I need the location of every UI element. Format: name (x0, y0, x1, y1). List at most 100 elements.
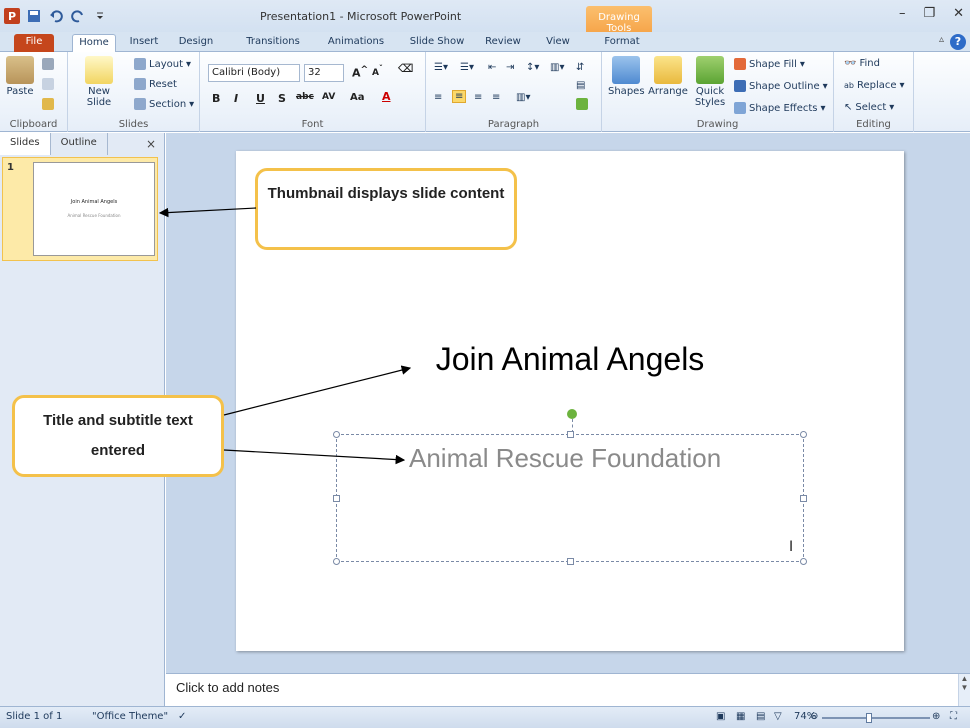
line-spacing-button[interactable]: ↕▾ (526, 62, 539, 73)
select-button[interactable]: ↖ Select ▾ (844, 102, 894, 113)
tab-outline-pane[interactable]: Outline (51, 133, 108, 155)
tab-insert[interactable]: Insert (124, 34, 164, 52)
grow-font-button[interactable]: A^ (352, 64, 368, 80)
paste-button[interactable]: Paste (6, 56, 34, 97)
notes-scrollbar[interactable]: ▲ ▼ (958, 674, 970, 707)
slide-show-icon[interactable]: ▽ (774, 711, 782, 722)
paste-icon (6, 56, 34, 84)
quick-styles-button[interactable]: Quick Styles (690, 56, 730, 108)
character-spacing-button[interactable]: AV (322, 92, 335, 102)
paste-label: Paste (6, 86, 34, 97)
restore-icon[interactable]: ❐ (923, 6, 935, 21)
format-painter-button[interactable] (42, 98, 54, 110)
columns-layout-button[interactable]: ▥▾ (516, 92, 530, 103)
minimize-ribbon-icon[interactable]: ▵ (939, 34, 944, 45)
increase-indent-button[interactable]: ⇥ (506, 62, 514, 73)
spell-check-icon[interactable]: ✓ (178, 711, 186, 722)
replace-button[interactable]: ab Replace ▾ (844, 80, 905, 91)
numbering-icon: ☰▾ (460, 62, 474, 73)
slide-subtitle[interactable]: Animal Rescue Foundation (409, 443, 721, 474)
close-icon[interactable]: ✕ (953, 6, 964, 21)
zoom-slider[interactable] (822, 713, 930, 723)
resize-handle-right[interactable] (800, 495, 807, 502)
slide-title[interactable]: Join Animal Angels (236, 341, 904, 378)
normal-view-icon[interactable]: ▣ (716, 711, 725, 722)
zoom-out-icon[interactable]: ⊖ (810, 711, 818, 722)
rotation-handle[interactable] (567, 409, 577, 419)
tab-slides-pane[interactable]: Slides (0, 133, 51, 155)
resize-handle-bottom[interactable] (567, 558, 574, 565)
zoom-in-icon[interactable]: ⊕ (932, 711, 940, 722)
copy-button[interactable] (42, 78, 54, 90)
resize-handle-tl[interactable] (333, 431, 340, 438)
slides-group: New Slide Layout ▾ Reset Section ▾ Slide… (68, 52, 200, 132)
clipboard-group: Paste Clipboard (0, 52, 68, 132)
reset-button[interactable]: Reset (134, 78, 177, 90)
zoom-slider-thumb[interactable] (866, 713, 872, 723)
slide-thumbnail[interactable]: 1 Join Animal Angels Animal Rescue Found… (2, 157, 158, 261)
notes-pane[interactable]: Click to add notes ▲ ▼ (166, 673, 970, 707)
resize-handle-top[interactable] (567, 431, 574, 438)
font-color-button[interactable]: A (382, 90, 391, 103)
paintbrush-icon (42, 98, 54, 110)
font-name-combo[interactable]: Calibri (Body) (208, 64, 300, 82)
new-slide-button[interactable]: New Slide (78, 56, 120, 108)
powerpoint-logo-icon[interactable]: P (4, 8, 20, 24)
numbering-button[interactable]: ☰▾ (460, 62, 474, 73)
text-direction-button[interactable]: ⇵ (576, 62, 584, 73)
tab-review[interactable]: Review (480, 34, 526, 52)
center-button[interactable]: ≡ (452, 90, 467, 103)
shape-effects-button[interactable]: Shape Effects ▾ (734, 102, 826, 114)
shrink-font-button[interactable]: Aˇ (372, 64, 383, 78)
smartart-button[interactable] (576, 98, 588, 110)
layout-button[interactable]: Layout ▾ (134, 58, 191, 70)
undo-icon[interactable] (48, 8, 64, 24)
tab-transitions[interactable]: Transitions (236, 34, 310, 52)
bold-button[interactable]: B (212, 92, 220, 105)
tab-animations[interactable]: Animations (320, 34, 392, 52)
section-button[interactable]: Section ▾ (134, 98, 194, 110)
reading-view-icon[interactable]: ▤ (756, 711, 765, 722)
shapes-button[interactable]: Shapes (608, 56, 645, 97)
italic-button[interactable]: I (234, 92, 238, 105)
tab-slide-show[interactable]: Slide Show (402, 34, 472, 52)
decrease-indent-button[interactable]: ⇤ (488, 62, 496, 73)
customize-toolbar-icon[interactable] (92, 8, 108, 24)
subtitle-placeholder[interactable]: Animal Rescue Foundation I (333, 409, 807, 565)
align-right-button[interactable]: ≡ (474, 92, 482, 103)
resize-handle-br[interactable] (800, 558, 807, 565)
tab-file[interactable]: File (14, 34, 54, 52)
resize-handle-bl[interactable] (333, 558, 340, 565)
arrange-button[interactable]: Arrange (646, 56, 690, 97)
help-icon[interactable]: ? (950, 34, 966, 50)
align-text-button[interactable]: ▤ (576, 80, 585, 91)
redo-icon[interactable] (70, 8, 86, 24)
columns-button[interactable]: ▥▾ (550, 62, 564, 73)
slide-sorter-icon[interactable]: ▦ (736, 711, 745, 722)
pane-close-icon[interactable]: × (146, 137, 156, 151)
strikethrough-button[interactable]: abc (296, 92, 314, 102)
find-label: Find (859, 58, 880, 69)
tab-home[interactable]: Home (72, 34, 116, 52)
clear-formatting-icon[interactable]: ⌫ (398, 62, 414, 75)
tab-design[interactable]: Design (176, 34, 216, 52)
bullets-button[interactable]: ☰▾ (434, 62, 448, 73)
resize-handle-left[interactable] (333, 495, 340, 502)
resize-handle-tr[interactable] (800, 431, 807, 438)
shape-fill-button[interactable]: Shape Fill ▾ (734, 58, 805, 70)
minimize-icon[interactable]: – (899, 6, 906, 21)
cursor-icon: ↖ (844, 102, 853, 113)
shadow-button[interactable]: S (278, 92, 286, 105)
find-button[interactable]: 👓 Find (844, 58, 880, 69)
underline-button[interactable]: U (256, 92, 265, 105)
justify-button[interactable]: ≡ (492, 92, 500, 103)
change-case-button[interactable]: Aa (350, 92, 365, 103)
save-icon[interactable] (26, 8, 42, 24)
shape-outline-button[interactable]: Shape Outline ▾ (734, 80, 828, 92)
font-size-combo[interactable]: 32 (304, 64, 344, 82)
align-left-button[interactable]: ≡ (434, 92, 442, 103)
cut-button[interactable] (42, 58, 54, 70)
tab-view[interactable]: View (540, 34, 576, 52)
tab-format[interactable]: Format (600, 34, 644, 52)
fit-to-window-icon[interactable]: ⛶ (950, 711, 957, 722)
